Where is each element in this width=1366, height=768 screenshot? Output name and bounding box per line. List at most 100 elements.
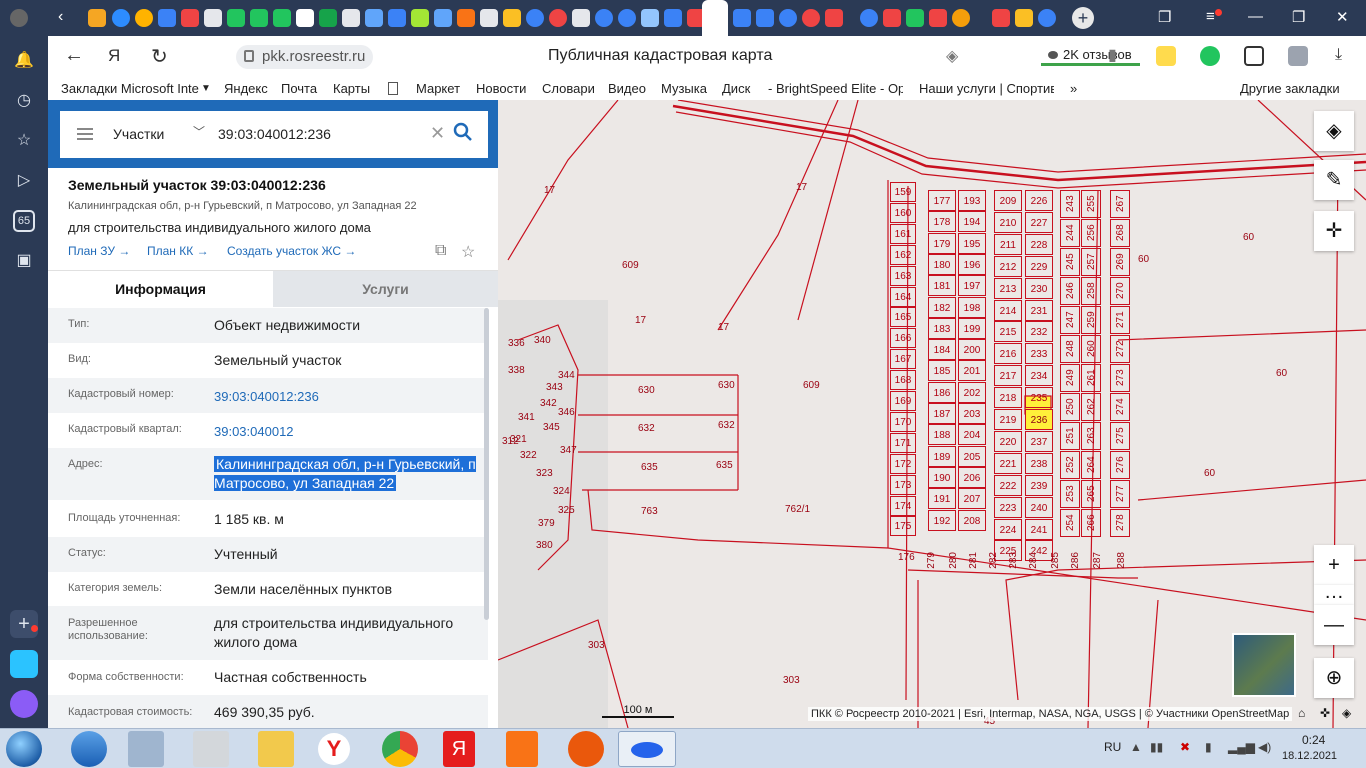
tab-icon[interactable] — [992, 9, 1010, 27]
tab-icon[interactable] — [158, 9, 176, 27]
parcel-label[interactable]: 208 — [958, 509, 986, 531]
parcel-label[interactable]: 230 — [1025, 277, 1053, 299]
parcel-label[interactable]: 161 — [890, 223, 916, 244]
parcel-label[interactable]: 259 — [1081, 306, 1101, 334]
extension-icon[interactable] — [1288, 46, 1308, 66]
network-icon[interactable]: ▮▮ — [1150, 740, 1163, 754]
parcel-label[interactable]: 202 — [958, 381, 986, 403]
parcel-label[interactable]: 162 — [890, 244, 916, 265]
parcel-label[interactable]: 210 — [994, 211, 1022, 233]
downloads-icon[interactable]: ⤓ — [1335, 46, 1342, 64]
parcel-label[interactable]: 222 — [994, 474, 1022, 496]
yandex-icon[interactable]: Я — [443, 731, 475, 767]
parcel-label[interactable]: 196 — [958, 253, 986, 275]
bookmark-item[interactable]: Видео — [608, 81, 646, 96]
parcel-label[interactable]: 236 — [1025, 409, 1053, 430]
tab-icon[interactable] — [204, 9, 222, 27]
parcel-label[interactable]: 177 — [928, 190, 956, 211]
parcel-label[interactable]: 182 — [928, 296, 956, 318]
tab-icon[interactable] — [952, 9, 970, 27]
extension-icon[interactable] — [1200, 46, 1220, 66]
other-bookmarks[interactable]: Другие закладки — [1240, 81, 1340, 96]
signal-icon[interactable]: ▂▄▆ — [1228, 740, 1255, 754]
tab-icon[interactable] — [411, 9, 429, 27]
active-tab[interactable] — [702, 0, 728, 36]
parcel-label[interactable]: 253 — [1060, 480, 1080, 508]
camera-icon[interactable]: ▣ — [13, 250, 35, 272]
reviews-badge[interactable]: 2K отзывов — [1041, 44, 1140, 66]
parcel-label[interactable]: 258 — [1081, 277, 1101, 305]
parcel-label[interactable]: 166 — [890, 328, 916, 349]
parcel-label[interactable]: 207 — [958, 488, 986, 510]
parcel-label[interactable]: 167 — [890, 349, 916, 370]
parcel-label[interactable]: 233 — [1025, 343, 1053, 365]
tab-icon[interactable] — [342, 9, 360, 27]
tab-icon[interactable] — [503, 9, 521, 27]
tabs-back-icon[interactable]: ‹ — [58, 8, 63, 26]
parcel-label[interactable]: 273 — [1110, 364, 1130, 392]
tab-icon[interactable] — [135, 9, 153, 27]
parcel-label[interactable]: 203 — [958, 403, 986, 424]
parcel-label[interactable]: 201 — [958, 360, 986, 382]
more-button[interactable]: … — [1314, 582, 1354, 605]
parcel-label[interactable]: 261 — [1081, 364, 1101, 392]
parcel-label[interactable]: 229 — [1025, 255, 1053, 277]
parcel-label[interactable]: 226 — [1025, 190, 1053, 211]
bookmark-item[interactable]: Словари — [542, 81, 595, 96]
parcel-label[interactable]: 264 — [1081, 451, 1101, 479]
parcel-label[interactable]: 274 — [1110, 393, 1130, 421]
computer-icon[interactable] — [128, 731, 164, 767]
tab-icon[interactable] — [618, 9, 636, 27]
select-point-button[interactable]: ✛ — [1314, 211, 1354, 251]
parcel-label[interactable]: 252 — [1060, 451, 1080, 479]
media-icon[interactable] — [506, 731, 538, 767]
battery-icon[interactable]: ▮ — [1205, 740, 1212, 754]
parcel-label[interactable]: 197 — [958, 275, 986, 297]
chevron-down-icon[interactable]: ﹀ — [193, 123, 205, 140]
history-icon[interactable]: ◷ — [13, 90, 35, 112]
parcel-label[interactable]: 213 — [994, 277, 1022, 299]
tab-icon[interactable] — [779, 9, 797, 27]
parcel-label[interactable]: 256 — [1081, 219, 1101, 247]
chevron-down-icon[interactable]: ▼ — [201, 83, 211, 94]
calculator-icon[interactable] — [193, 731, 229, 767]
parcel-label[interactable]: 257 — [1081, 248, 1101, 276]
parcel-label[interactable]: 238 — [1025, 452, 1053, 474]
parcel-label[interactable]: 240 — [1025, 496, 1053, 518]
tab-icon[interactable] — [88, 9, 106, 27]
tabs-overview-icon[interactable]: ❐ — [1158, 8, 1171, 26]
parcel-label[interactable]: 255 — [1081, 190, 1101, 218]
parcel-label[interactable]: 248 — [1060, 335, 1080, 363]
parcel-label[interactable]: 247 — [1060, 306, 1080, 334]
parcel-label[interactable]: 260 — [1081, 335, 1101, 363]
create-parcel-link[interactable]: Создать участок ЖС → — [227, 244, 356, 258]
parcel-label[interactable]: 193 — [958, 190, 986, 211]
bookmark-item[interactable]: Наши услуги | Спортив — [919, 81, 1054, 96]
star-icon[interactable]: ☆ — [13, 130, 35, 152]
browser-window-active[interactable] — [618, 731, 676, 767]
tab-icon[interactable] — [227, 9, 245, 27]
parcel-label[interactable]: 270 — [1110, 277, 1130, 305]
parcel-label[interactable]: 220 — [994, 430, 1022, 452]
bookmark-item[interactable]: - BrightSpeed Elite - Op — [768, 81, 903, 96]
parcel-label[interactable]: 179 — [928, 232, 956, 254]
tab-icon[interactable] — [296, 9, 314, 27]
player-icon[interactable] — [568, 731, 604, 767]
tab-icon[interactable] — [802, 9, 820, 27]
tab-info[interactable]: Информация — [48, 271, 273, 307]
bookmark-item[interactable]: Диск — [722, 81, 750, 96]
parcel-label[interactable]: 234 — [1025, 365, 1053, 387]
parcel-label[interactable]: 200 — [958, 339, 986, 361]
tab-icon[interactable] — [860, 9, 878, 27]
parcel-label[interactable]: 188 — [928, 424, 956, 446]
bookmark-item[interactable]: Закладки Microsoft Inte — [61, 81, 201, 96]
parcel-label[interactable]: 224 — [994, 518, 1022, 540]
address-value-selected[interactable]: Калининградская обл, р-н Гурьевский, п М… — [214, 456, 476, 491]
more-bookmarks-icon[interactable]: » — [1070, 81, 1077, 96]
parcel-label[interactable]: 178 — [928, 211, 956, 233]
tab-icon[interactable] — [480, 9, 498, 27]
tab-icon[interactable] — [319, 9, 337, 27]
search-on-map-icon[interactable]: ⧉ — [435, 242, 453, 260]
bookmark-item[interactable]: Яндекс — [224, 81, 268, 96]
parcel-label[interactable]: 251 — [1060, 422, 1080, 450]
